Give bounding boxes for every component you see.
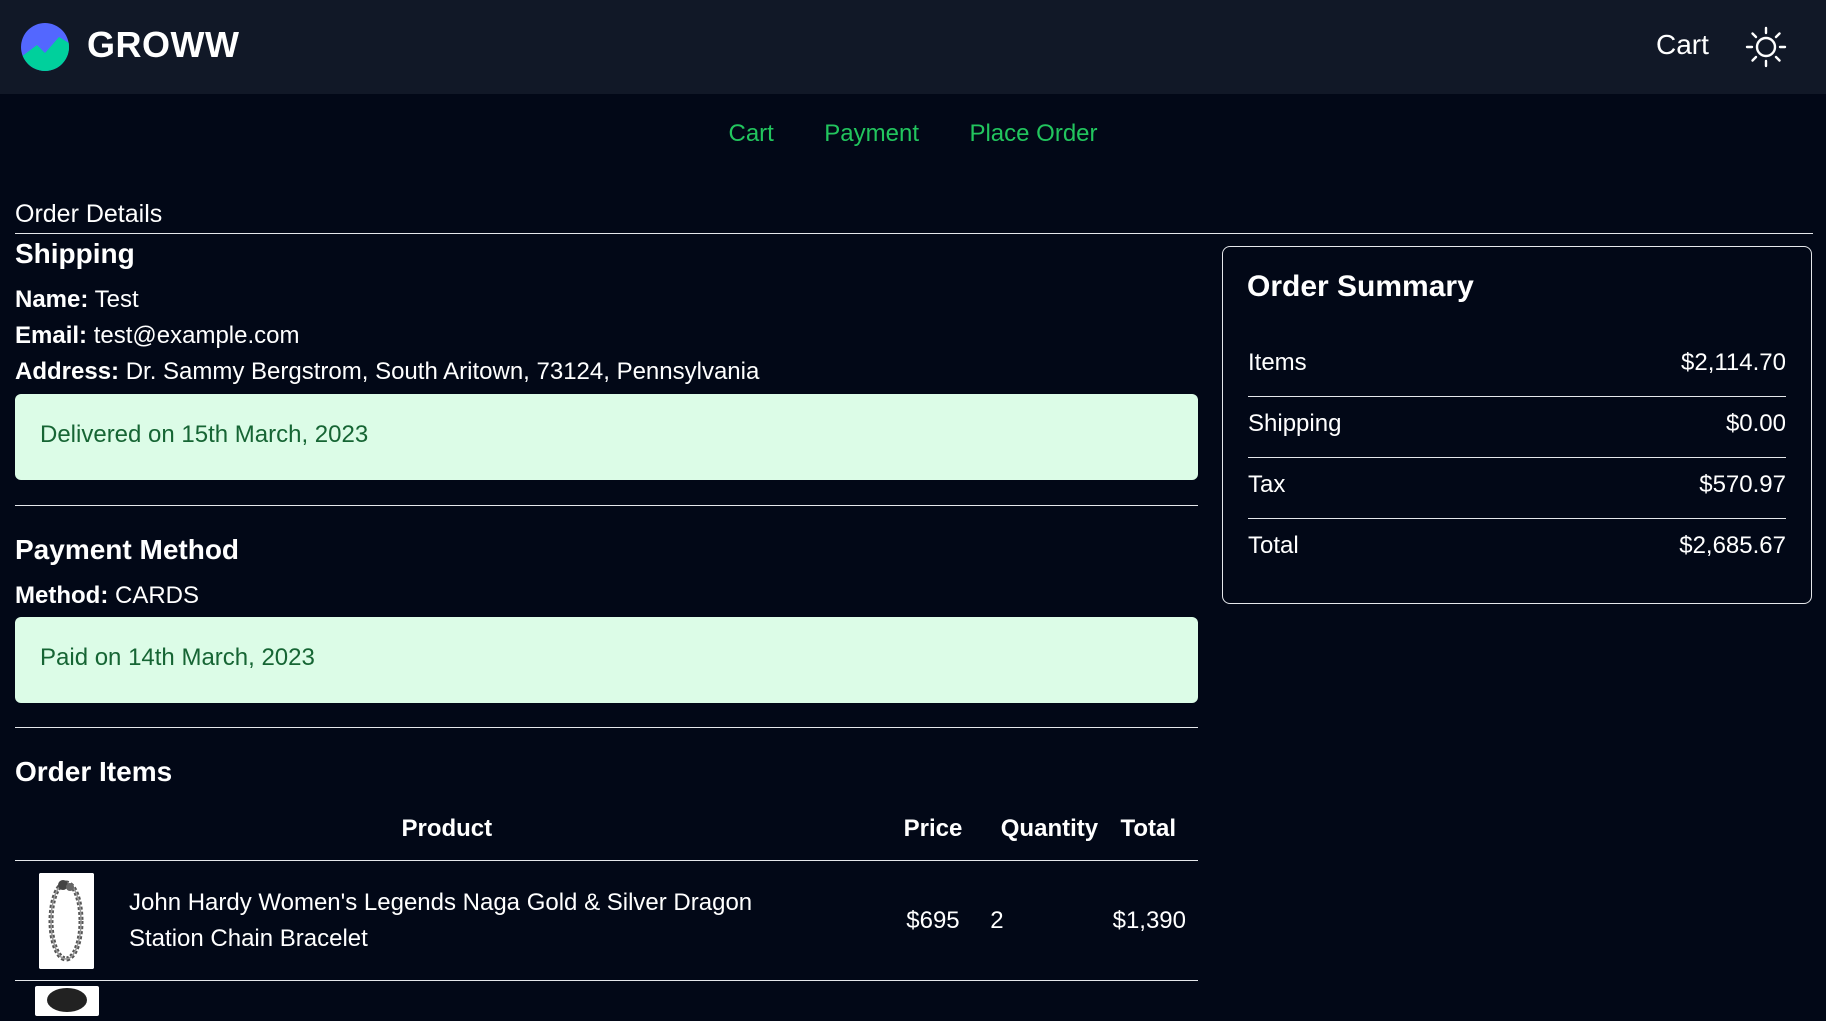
summary-value: $570.97	[1699, 471, 1786, 498]
summary-label: Total	[1248, 532, 1299, 559]
summary-label: Tax	[1248, 471, 1286, 498]
bracelet-image[interactable]	[39, 872, 94, 969]
email-label: Email:	[15, 322, 88, 349]
column-header-price: Price	[903, 815, 963, 842]
address-label: Address:	[15, 358, 120, 385]
total-cell: $1,390	[1112, 906, 1186, 934]
name-label: Name:	[15, 286, 89, 313]
shipping-email: Email: test@example.com	[15, 318, 1198, 354]
step-place-order[interactable]: Place Order	[969, 120, 1097, 148]
delivery-status-alert: Delivered on 15th March, 2023	[15, 394, 1198, 480]
summary-value: $2,685.67	[1679, 532, 1786, 559]
checkout-steps: Cart Payment Place Order	[0, 120, 1826, 148]
product-name[interactable]: John Hardy Women's Legends Naga Gold & S…	[129, 885, 829, 957]
summary-row-items: Items $2,114.70	[1248, 336, 1786, 397]
email-value: test@example.com	[93, 322, 300, 349]
address-value: Dr. Sammy Bergstrom, South Aritown, 7312…	[125, 358, 760, 385]
order-summary-card: Order Summary Items $2,114.70 Shipping $…	[1222, 246, 1812, 604]
shipping-address: Address: Dr. Sammy Bergstrom, South Arit…	[15, 354, 1198, 390]
product-cell	[15, 981, 879, 1021]
shipping-heading: Shipping	[15, 238, 135, 269]
quantity-cell: 2	[990, 906, 1004, 934]
price-cell: $695	[906, 906, 960, 934]
order-summary-title: Order Summary	[1247, 270, 1474, 303]
product-cell: John Hardy Women's Legends Naga Gold & S…	[15, 861, 879, 981]
summary-row-total: Total $2,685.67	[1248, 519, 1786, 579]
method-label: Method:	[15, 582, 109, 609]
summary-value: $0.00	[1725, 410, 1786, 437]
payment-status-alert: Paid on 14th March, 2023	[15, 617, 1198, 703]
step-cart[interactable]: Cart	[728, 120, 773, 148]
column-header-total: Total	[1120, 815, 1176, 842]
step-payment[interactable]: Payment	[824, 120, 919, 148]
name-value: Test	[94, 286, 139, 313]
order-details-main: Shipping Name: Test Email: test@example.…	[15, 238, 1198, 1021]
order-items-table: Product Price Quantity Total John Hardy …	[15, 798, 1198, 1021]
groww-logo-icon[interactable]	[21, 23, 69, 71]
order-items-heading: Order Items	[15, 756, 173, 787]
table-row	[15, 981, 1198, 1021]
brand-name[interactable]: GROWW	[87, 24, 239, 66]
payment-method: Method: CARDS	[15, 578, 1198, 614]
product-image[interactable]	[35, 985, 99, 1016]
payment-status-text: Paid on 14th March, 2023	[40, 644, 315, 671]
sun-icon[interactable]	[1745, 26, 1787, 68]
summary-value: $2,114.70	[1681, 349, 1786, 376]
table-row: John Hardy Women's Legends Naga Gold & S…	[15, 861, 1198, 981]
summary-row-shipping: Shipping $0.00	[1248, 397, 1786, 458]
top-navbar: GROWW Cart	[0, 0, 1826, 94]
method-value: CARDS	[114, 582, 199, 609]
delivery-status-text: Delivered on 15th March, 2023	[40, 421, 369, 448]
shipping-name: Name: Test	[15, 282, 1198, 318]
header-cart-link[interactable]: Cart	[1656, 29, 1709, 61]
column-header-product: Product	[401, 815, 493, 842]
summary-label: Items	[1248, 349, 1307, 376]
summary-label: Shipping	[1248, 410, 1342, 437]
summary-row-tax: Tax $570.97	[1248, 458, 1786, 519]
divider	[15, 233, 1813, 234]
column-header-quantity: Quantity	[1000, 815, 1099, 842]
payment-heading: Payment Method	[15, 534, 240, 565]
page-title: Order Details	[15, 200, 163, 228]
